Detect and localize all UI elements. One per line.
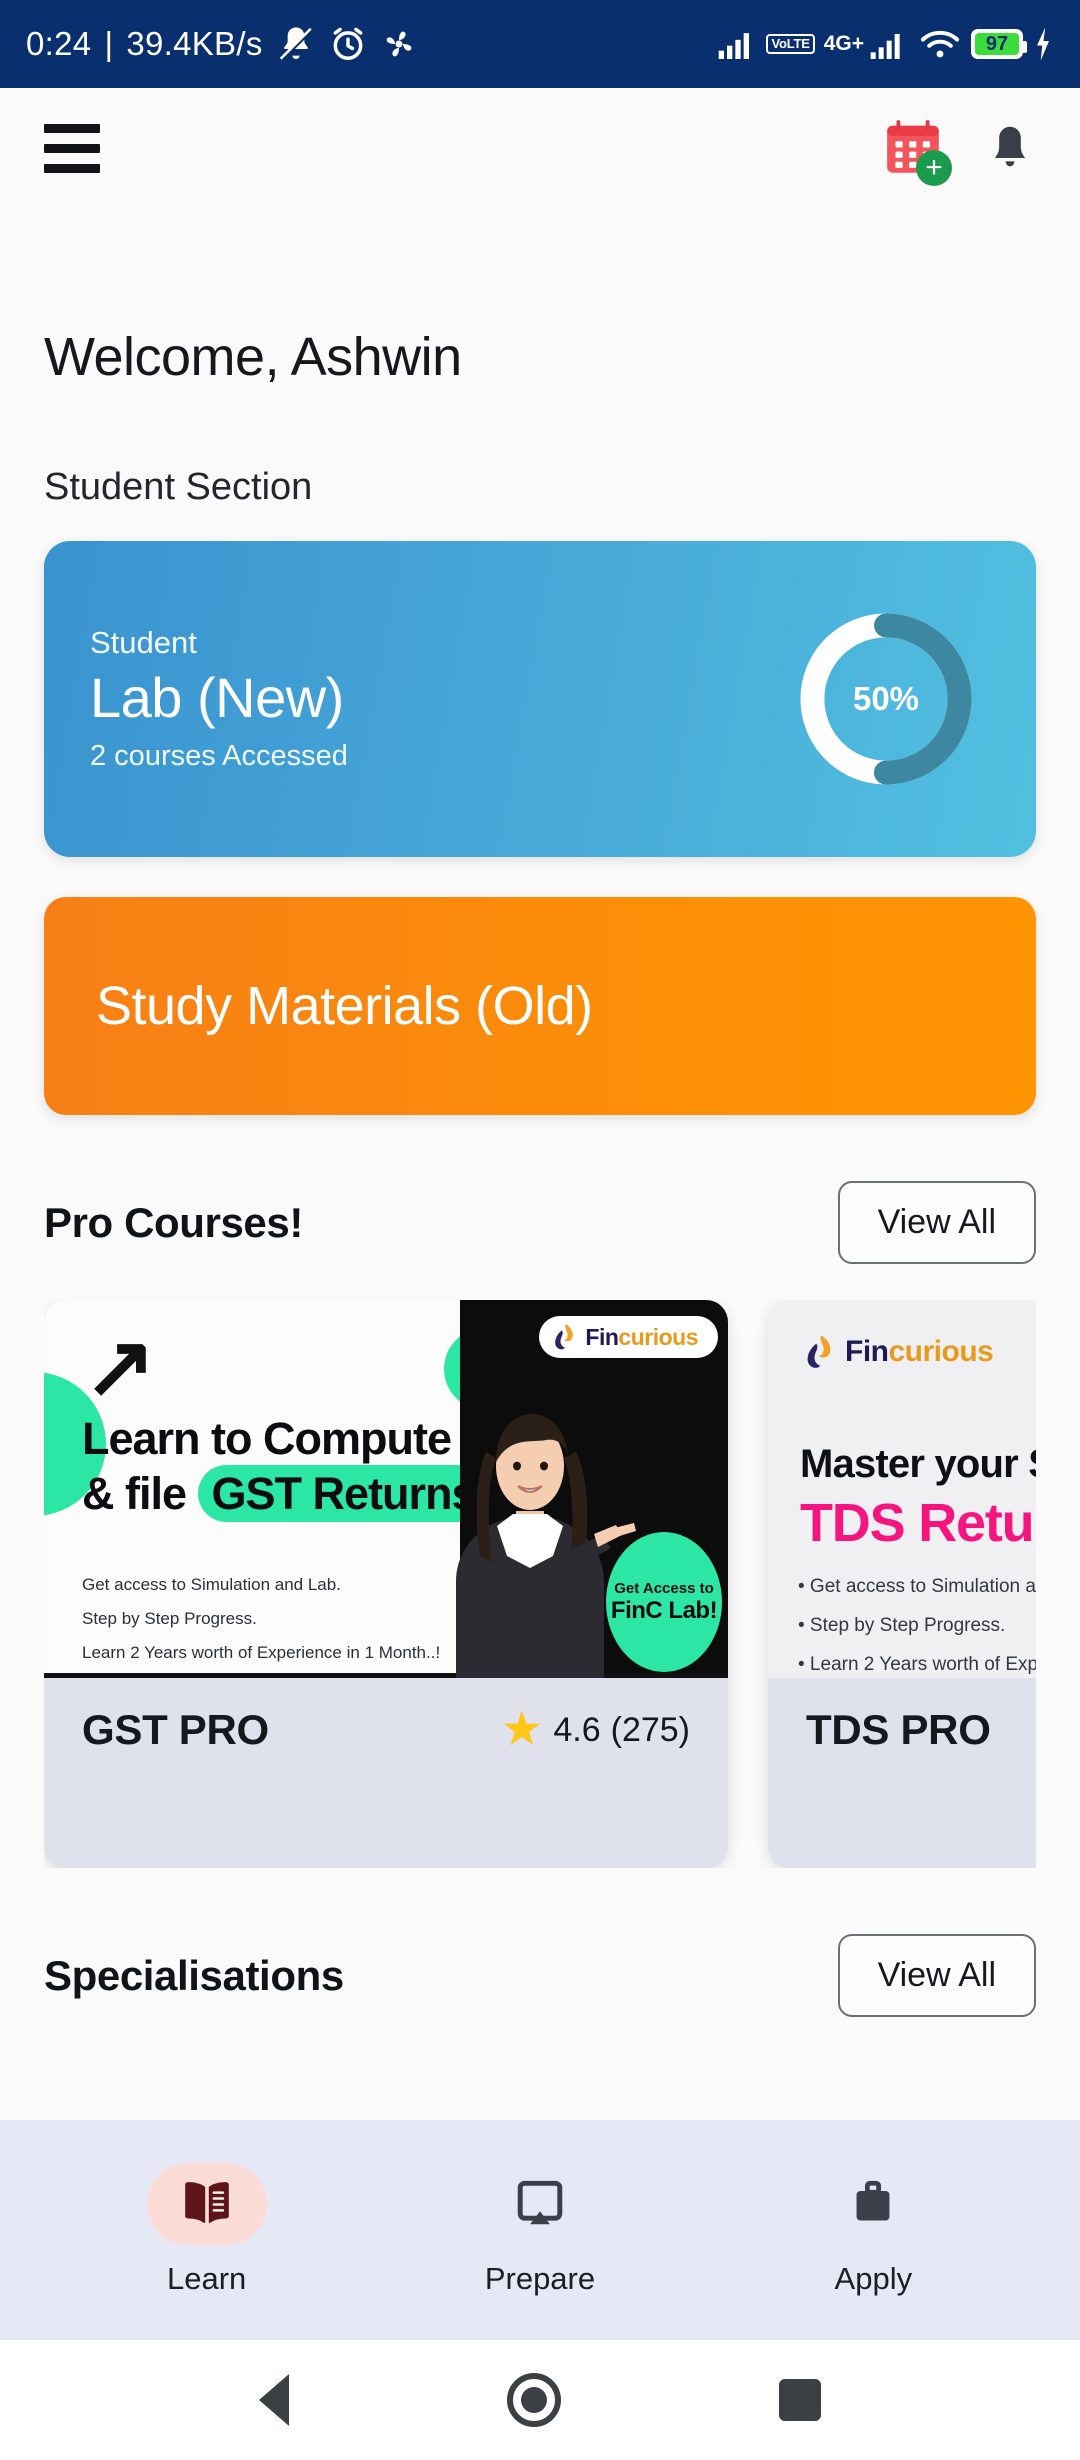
tds-bullet-3: • Learn 2 Years worth of Experience (798, 1653, 1036, 1675)
bottom-nav-item-apply[interactable]: Apply (753, 2163, 993, 2297)
specialisations-header: Specialisations View All (44, 1934, 1036, 2017)
bottom-navigation-bar: Learn Prepare Apply (0, 2120, 1080, 2340)
tds-headline-1: Master your Skills (800, 1442, 1036, 1486)
briefcase-icon (856, 2180, 890, 2221)
status-bar: 0:24 | 39.4KB/s VoLTE 4G+ 97 (0, 0, 1080, 88)
course-title-tds: TDS PRO (806, 1706, 991, 1753)
bell-icon[interactable] (984, 119, 1036, 177)
tds-bullet-1: • Get access to Simulation and Lab. (798, 1576, 1036, 1597)
bottom-nav-label-learn: Learn (167, 2261, 247, 2296)
prepare-icon-container (480, 2163, 600, 2245)
pro-courses-view-all-button[interactable]: View All (837, 1181, 1036, 1264)
tds-bullet-2: • Step by Step Progress. (798, 1614, 1006, 1636)
finc-lab-badge-big: FinC Lab! (610, 1596, 718, 1624)
tds-headline-2: TDS Return (800, 1493, 1036, 1553)
bottom-nav-label-apply: Apply (834, 2261, 913, 2296)
mute-bell-icon (279, 27, 313, 62)
pro-courses-carousel[interactable]: ↗ ↗ Learn to Compute & file GST Returns.… (44, 1300, 1036, 1868)
gst-headline-line1: Learn to Compute (82, 1413, 452, 1464)
fan-icon (386, 31, 411, 57)
lab-progress-percent: 50% (852, 680, 920, 717)
logo-fin-tds: Fin (845, 1335, 889, 1368)
specialisations-view-all-button[interactable]: View All (837, 1934, 1036, 2017)
android-navigation-bar (0, 2340, 1080, 2460)
rating-value: 4.6 (553, 1710, 601, 1749)
gst-photo-panel: Get Access to FinC Lab! Fincurious (456, 1300, 728, 1678)
course-card-gst-pro[interactable]: ↗ ↗ Learn to Compute & file GST Returns.… (44, 1300, 728, 1868)
calendar-add-badge: + (916, 150, 952, 186)
student-lab-title: Lab (New) (90, 666, 344, 729)
student-section-label: Student Section (44, 466, 313, 508)
phone-screen: 0:24 | 39.4KB/s VoLTE 4G+ 97 + Welcome, … (0, 0, 1080, 2460)
course-rating-gst: ★ 4.6 (275) (500, 1706, 690, 1754)
tds-course-banner: Fincurious Master your Skills TDS Return… (768, 1300, 1036, 1678)
app-bar: + (0, 88, 1080, 208)
logo-fin: Fin (585, 1323, 619, 1350)
hamburger-menu-icon[interactable] (44, 123, 100, 173)
volte-icon: VoLTE (766, 34, 815, 54)
logo-curious: curious (618, 1323, 698, 1350)
network-type-label: 4G+ (823, 32, 864, 55)
gst-headline-line2-pre: & file (82, 1468, 198, 1520)
home-circle-icon[interactable] (507, 2373, 561, 2427)
gst-bullet-1: Get access to Simulation and Lab. (82, 1575, 341, 1594)
course-title-gst: GST PRO (82, 1706, 269, 1753)
fincurious-logo-mark (555, 1324, 574, 1350)
student-lab-eyebrow: Student (90, 625, 197, 660)
fincurious-logo-text-tds: Fincurious (845, 1335, 994, 1369)
pro-courses-heading: Pro Courses! (44, 1198, 303, 1246)
app-bar-actions: + (882, 116, 1036, 186)
fincurious-logo-tds: Fincurious (802, 1334, 994, 1370)
bottom-nav-item-prepare[interactable]: Prepare (420, 2163, 660, 2297)
student-lab-meta: 2 courses Accessed (90, 740, 348, 772)
pro-courses-header: Pro Courses! View All (44, 1181, 1036, 1264)
fincurious-logo-mark-tds (807, 1335, 831, 1368)
logo-curious-tds: curious (888, 1335, 994, 1368)
cast-screen-icon (517, 2180, 563, 2225)
study-materials-title: Study Materials (Old) (96, 976, 593, 1036)
learn-icon-container (146, 2163, 267, 2245)
tds-bullets: • Get access to Simulation and Lab. • St… (798, 1568, 1036, 1678)
charging-bolt-icon (1037, 27, 1049, 61)
study-materials-card[interactable]: Study Materials (Old) (44, 897, 1036, 1115)
gst-bullet-3: Learn 2 Years worth of Experience in 1 M… (82, 1643, 441, 1662)
finc-lab-badge-small: Get Access to (614, 1579, 714, 1597)
star-icon: ★ (500, 1703, 544, 1756)
welcome-heading: Welcome, Ashwin (44, 327, 462, 387)
signal-bars-icon (719, 33, 750, 59)
gst-bullets: Get access to Simulation and Lab. Step b… (82, 1568, 440, 1670)
wifi-icon (920, 30, 960, 58)
calendar-add-icon[interactable]: + (882, 116, 952, 186)
fincurious-logo-text: Fincurious (585, 1324, 698, 1351)
status-separator: | (104, 25, 114, 62)
signal-bars-2-icon (870, 34, 900, 59)
tds-card-footer: TDS PRO (768, 1678, 1036, 1868)
status-network-speed: 39.4KB/s (126, 25, 263, 62)
specialisations-heading: Specialisations (44, 1951, 344, 1999)
arrow-up-right-icon: ↗ (84, 1319, 157, 1415)
student-lab-card[interactable]: Student Lab (New) 2 courses Accessed 50% (44, 541, 1036, 857)
alarm-icon (333, 27, 363, 60)
battery-icon: 97 (971, 29, 1027, 59)
open-book-icon (184, 2182, 229, 2223)
rating-count: (275) (610, 1710, 690, 1749)
battery-percent: 97 (985, 32, 1009, 55)
fincurious-logo: Fincurious (539, 1316, 718, 1358)
finc-lab-badge: Get Access to FinC Lab! (606, 1532, 722, 1672)
back-triangle-icon[interactable] (259, 2374, 289, 2426)
gst-bullet-2: Step by Step Progress. (82, 1609, 257, 1628)
recents-square-icon[interactable] (779, 2379, 821, 2421)
bottom-nav-label-prepare: Prepare (484, 2261, 596, 2296)
status-bar-right: VoLTE 4G+ 97 (717, 26, 1054, 62)
bottom-nav-item-learn[interactable]: Learn (87, 2163, 327, 2297)
gst-course-banner: ↗ ↗ Learn to Compute & file GST Returns.… (44, 1300, 728, 1678)
course-card-tds-pro[interactable]: Fincurious Master your Skills TDS Return… (768, 1300, 1036, 1868)
status-bar-left: 0:24 | 39.4KB/s (26, 24, 418, 64)
student-lab-text: Student Lab (New) 2 courses Accessed (90, 625, 348, 773)
status-time: 0:24 (26, 25, 92, 62)
gst-card-footer: GST PRO ★ 4.6 (275) (44, 1678, 728, 1868)
apply-icon-container (813, 2163, 933, 2245)
main-content: Welcome, Ashwin Student Section Student … (0, 326, 1080, 2017)
lab-progress-ring: 50% (794, 607, 978, 791)
